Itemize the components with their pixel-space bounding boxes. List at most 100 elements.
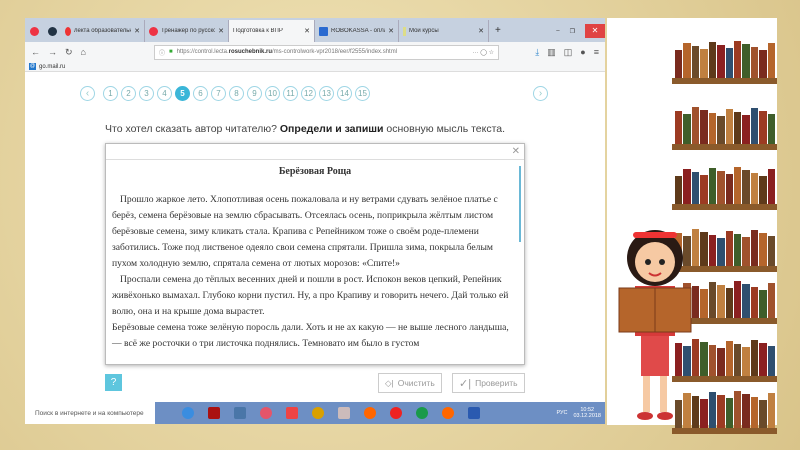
firefox-icon[interactable] bbox=[442, 407, 454, 419]
tab-label: ROBOKASSA - оплата банко bbox=[331, 28, 385, 34]
pinned-tab-opera[interactable] bbox=[25, 20, 43, 42]
home-icon[interactable]: ⌂ bbox=[81, 47, 86, 57]
pinned-tab-2[interactable] bbox=[43, 20, 61, 42]
next-page-button[interactable]: › bbox=[533, 86, 548, 101]
sidebar-icon[interactable]: ◫ bbox=[564, 47, 573, 58]
new-tab-button[interactable]: + bbox=[489, 20, 507, 42]
shelf bbox=[672, 428, 777, 434]
page-13-button[interactable]: 13 bbox=[319, 86, 334, 101]
bookmark-gomail[interactable]: go.mail.ru bbox=[39, 64, 65, 70]
page-9-button[interactable]: 9 bbox=[247, 86, 262, 101]
book bbox=[742, 394, 750, 428]
book bbox=[700, 175, 708, 204]
language-indicator[interactable]: РУС bbox=[556, 410, 567, 416]
taskbar-search[interactable]: Поиск в интернете и на компьютере bbox=[25, 402, 155, 424]
page-5-button[interactable]: 5 bbox=[175, 86, 190, 101]
book bbox=[708, 345, 717, 376]
book bbox=[733, 344, 742, 376]
url-domain: rosuchebnik.ru bbox=[228, 49, 272, 55]
clipboard-icon[interactable] bbox=[338, 407, 350, 419]
book bbox=[767, 346, 776, 376]
library-icon[interactable]: ▥ bbox=[547, 47, 556, 58]
clear-button[interactable]: ◇| Очистить bbox=[378, 373, 442, 393]
book bbox=[750, 47, 759, 78]
page-11-button[interactable]: 11 bbox=[283, 86, 298, 101]
close-icon[interactable]: ✕ bbox=[512, 146, 520, 157]
book bbox=[717, 285, 725, 318]
book bbox=[708, 113, 717, 144]
app-icon[interactable] bbox=[416, 407, 428, 419]
close-icon[interactable]: ✕ bbox=[134, 27, 140, 35]
opera-icon bbox=[149, 26, 158, 36]
document-text: Берёзовая Роща Прошло жаркое лето. Хлопо… bbox=[106, 160, 524, 356]
more-icon[interactable]: ··· ◯ ☆ bbox=[473, 49, 494, 56]
book bbox=[759, 111, 767, 144]
clock-date: 03.12.2018 bbox=[573, 413, 601, 419]
tab-lecta[interactable]: лекта образовательная плат✕ bbox=[61, 20, 145, 42]
book bbox=[742, 284, 750, 318]
reload-icon[interactable]: ↻ bbox=[65, 47, 73, 58]
girl-reading-icon bbox=[618, 230, 692, 420]
books bbox=[675, 106, 776, 144]
word-icon[interactable] bbox=[468, 407, 480, 419]
robokassa-icon bbox=[319, 26, 328, 36]
book bbox=[733, 167, 742, 204]
tab-label: Мои курсы bbox=[409, 28, 439, 34]
book bbox=[759, 400, 767, 428]
tab-robokassa[interactable]: ROBOKASSA - оплата банко✕ bbox=[315, 20, 399, 42]
paragraph: Берёзовые семена тоже зелёную поросль да… bbox=[112, 322, 509, 349]
book bbox=[717, 395, 725, 428]
tab-vpr[interactable]: Подготовка к ВПР ✕ bbox=[229, 20, 315, 42]
page-6-button[interactable]: 6 bbox=[193, 86, 208, 101]
close-icon[interactable]: ✕ bbox=[304, 27, 310, 35]
book bbox=[675, 176, 683, 204]
power-icon[interactable] bbox=[208, 407, 220, 419]
book bbox=[733, 112, 742, 144]
vk-icon[interactable] bbox=[234, 407, 246, 419]
book bbox=[725, 174, 733, 204]
tab-trainer[interactable]: Тренажер по русскому язы✕ bbox=[145, 20, 229, 42]
check-button[interactable]: ✓| Проверить bbox=[452, 373, 525, 393]
page-7-button[interactable]: 7 bbox=[211, 86, 226, 101]
scrollbar[interactable] bbox=[519, 166, 521, 242]
page-15-button[interactable]: 15 bbox=[355, 86, 370, 101]
prev-page-button[interactable]: ‹ bbox=[80, 86, 95, 101]
forward-icon[interactable]: → bbox=[48, 47, 57, 57]
help-button[interactable]: ? bbox=[105, 374, 122, 391]
book bbox=[750, 173, 759, 204]
close-icon[interactable]: ✕ bbox=[478, 27, 484, 35]
avast-icon[interactable] bbox=[312, 407, 324, 419]
book bbox=[700, 289, 708, 318]
page-12-button[interactable]: 12 bbox=[301, 86, 316, 101]
address-bar[interactable]: ⓘ ■ https://control.lecta.rosuchebnik.ru/m… bbox=[153, 44, 499, 60]
close-window-button[interactable]: ✕ bbox=[585, 24, 605, 38]
menu-icon[interactable]: ≡ bbox=[594, 47, 599, 57]
paint-icon[interactable] bbox=[260, 407, 272, 419]
tab-label: Тренажер по русскому язы bbox=[161, 28, 216, 34]
close-icon[interactable]: ✕ bbox=[218, 27, 224, 35]
system-tray: РУС 10:52 03.12.2018 bbox=[556, 407, 605, 419]
ie-icon[interactable] bbox=[182, 407, 194, 419]
maximize-icon[interactable]: ❐ bbox=[570, 28, 575, 35]
page-3-button[interactable]: 3 bbox=[139, 86, 154, 101]
firefox-icon[interactable] bbox=[364, 407, 376, 419]
minimize-icon[interactable]: – bbox=[556, 28, 559, 34]
page-1-button[interactable]: 1 bbox=[103, 86, 118, 101]
download-icon[interactable]: ⤓ bbox=[535, 47, 539, 58]
tab-courses[interactable]: Мои курсы ✕ bbox=[399, 20, 489, 42]
back-icon[interactable]: ← bbox=[31, 47, 40, 57]
yandex-icon[interactable] bbox=[286, 407, 298, 419]
book bbox=[742, 347, 750, 376]
page-4-button[interactable]: 4 bbox=[157, 86, 172, 101]
book bbox=[725, 48, 733, 78]
page-14-button[interactable]: 14 bbox=[337, 86, 352, 101]
eraser-icon: ◇| bbox=[385, 377, 394, 388]
account-icon[interactable]: ● bbox=[580, 47, 585, 57]
yandex-icon bbox=[65, 26, 71, 36]
close-icon[interactable]: ✕ bbox=[388, 27, 394, 35]
page-8-button[interactable]: 8 bbox=[229, 86, 244, 101]
page-2-button[interactable]: 2 bbox=[121, 86, 136, 101]
question-part: основную мысль текста. bbox=[383, 123, 506, 135]
page-10-button[interactable]: 10 bbox=[265, 86, 280, 101]
yandex-browser-icon[interactable] bbox=[390, 407, 402, 419]
